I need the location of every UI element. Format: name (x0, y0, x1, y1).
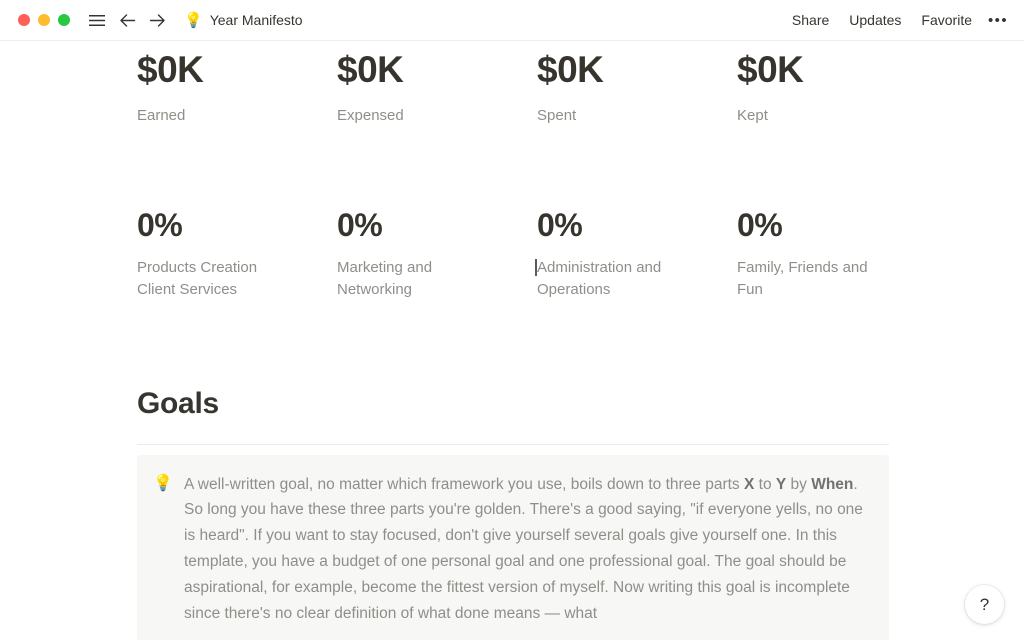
stat-label: Products Creation Client Services (137, 259, 258, 298)
callout-bold-y: Y (775, 475, 787, 493)
stat-label[interactable]: Administration and Operations (535, 257, 697, 301)
updates-button[interactable]: Updates (841, 8, 909, 32)
close-window-button[interactable] (18, 14, 30, 26)
stat-card-products-creation[interactable]: 0% Products Creation Client Services (137, 207, 337, 300)
stat-value: $0K (737, 49, 804, 90)
page-title: Year Manifesto (209, 12, 303, 28)
lightbulb-icon: 💡 (184, 11, 203, 29)
stat-card-spent[interactable]: $0K Spent (537, 49, 737, 126)
maximize-window-button[interactable] (58, 14, 70, 26)
money-stats-row: $0K Earned $0K Expensed $0K Spent $0K Ke… (137, 49, 924, 126)
navigation-controls (84, 7, 170, 33)
callout-bold-x: X (743, 475, 755, 493)
stat-value: $0K (537, 49, 604, 90)
titlebar-actions: Share Updates Favorite ••• (784, 7, 1010, 33)
share-button[interactable]: Share (784, 8, 837, 32)
content-column: $0K Earned $0K Expensed $0K Spent $0K Ke… (0, 49, 1024, 640)
stat-value: 0% (337, 207, 383, 244)
percent-stats-row: 0% Products Creation Client Services 0% … (137, 207, 924, 300)
stat-label: Earned (137, 106, 186, 124)
stat-card-administration-operations[interactable]: 0% Administration and Operations (535, 207, 737, 301)
callout-part-1: A well-written goal, no matter which fra… (184, 475, 744, 493)
goals-heading: Goals (137, 386, 219, 420)
breadcrumb[interactable]: 💡 Year Manifesto (178, 10, 309, 30)
stat-label: Expensed (337, 106, 404, 124)
arrow-right-icon[interactable] (144, 7, 170, 33)
document-body: $0K Earned $0K Expensed $0K Spent $0K Ke… (0, 41, 1024, 640)
callout-part-2: to (754, 475, 776, 493)
traffic-lights (18, 14, 70, 26)
more-options-icon[interactable]: ••• (984, 7, 1010, 33)
help-button[interactable]: ? (965, 585, 1004, 624)
stat-card-earned[interactable]: $0K Earned (137, 49, 337, 126)
section-divider (137, 443, 889, 445)
stat-card-marketing-networking[interactable]: 0% Marketing and Networking (337, 207, 537, 300)
stat-card-expensed[interactable]: $0K Expensed (337, 49, 537, 126)
stat-card-kept[interactable]: $0K Kept (737, 49, 937, 126)
stat-value: 0% (137, 207, 183, 244)
stat-card-family-friends-fun[interactable]: 0% Family, Friends and Fun (737, 207, 937, 300)
minimize-window-button[interactable] (38, 14, 50, 26)
stat-label: Spent (537, 106, 577, 124)
goals-callout[interactable]: 💡 A well-written goal, no matter which f… (137, 454, 889, 640)
stat-label: Family, Friends and Fun (737, 259, 868, 298)
callout-text: A well-written goal, no matter which fra… (184, 472, 873, 627)
favorite-button[interactable]: Favorite (913, 8, 980, 32)
stat-value: 0% (737, 207, 783, 244)
callout-part-4: . So long you have these three parts you… (184, 475, 863, 622)
arrow-left-icon[interactable] (114, 7, 140, 33)
callout-bold-when: When (811, 475, 854, 493)
hamburger-icon[interactable] (84, 7, 110, 33)
callout-part-3: by (786, 475, 812, 493)
stat-value: 0% (537, 207, 583, 244)
lightbulb-icon: 💡 (153, 474, 173, 492)
stat-label: Kept (737, 106, 768, 124)
window-titlebar: 💡 Year Manifesto Share Updates Favorite … (0, 0, 1024, 41)
stat-value: $0K (137, 49, 204, 90)
stat-label: Marketing and Networking (337, 259, 433, 298)
stat-value: $0K (337, 49, 404, 90)
